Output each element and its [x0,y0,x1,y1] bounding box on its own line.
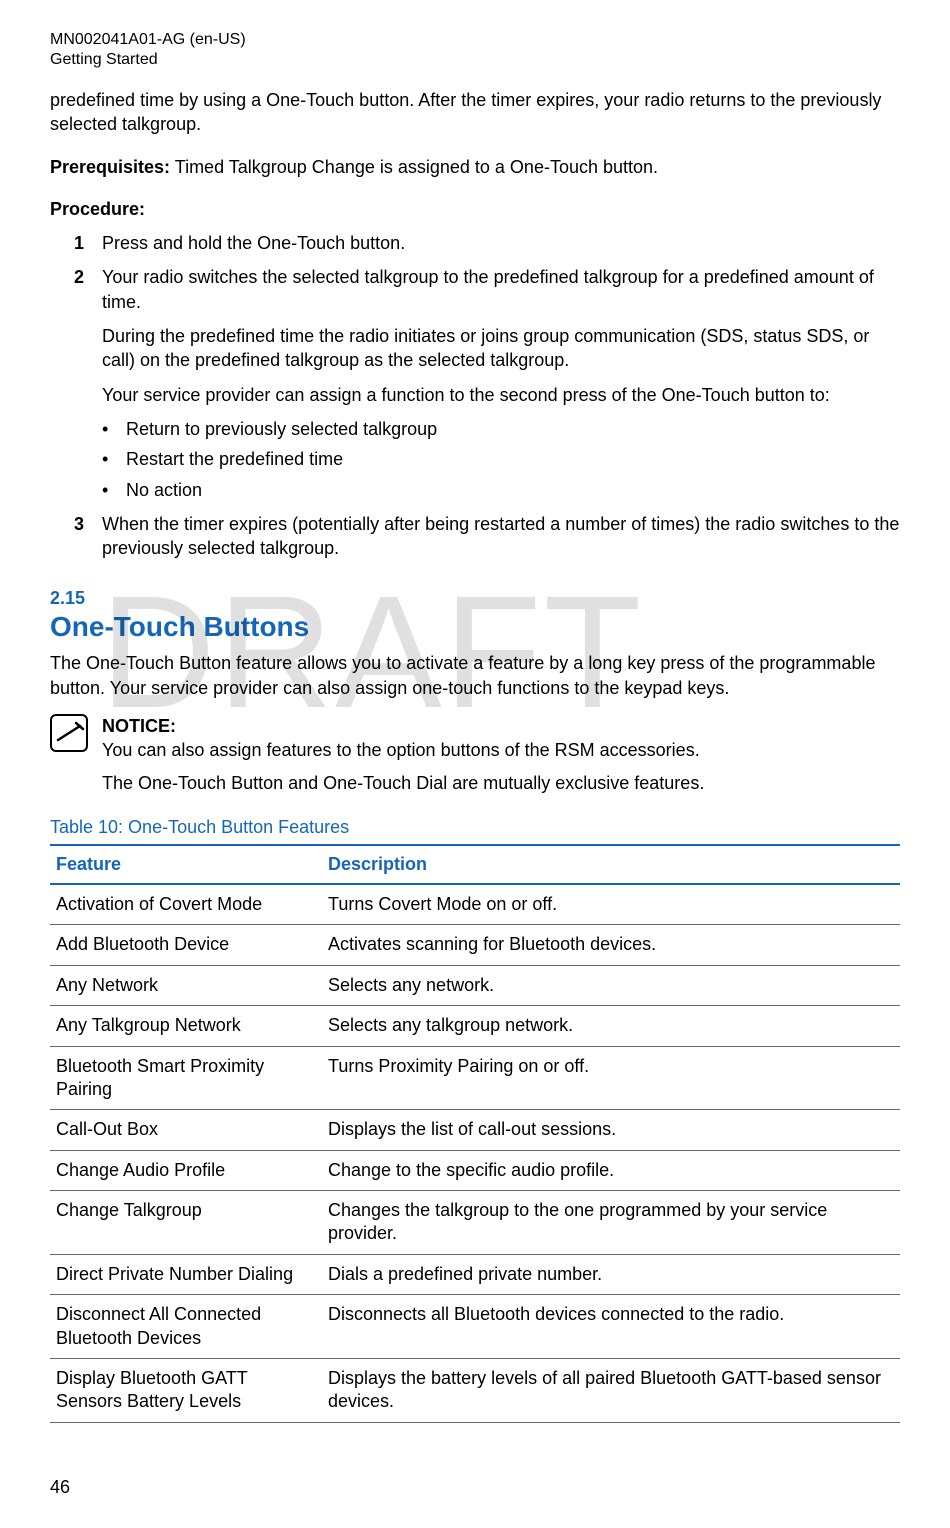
bullet-icon: • [102,417,126,441]
table-row: Direct Private Number DialingDials a pre… [50,1254,900,1294]
notice-line: You can also assign features to the opti… [102,740,700,760]
table-row: Display Bluetooth GATT Sensors Battery L… [50,1359,900,1423]
table-cell-feature: Any Network [50,965,322,1005]
procedure-step-1: 1 Press and hold the One-Touch button. [74,231,900,255]
table-cell-description: Change to the specific audio profile. [322,1150,900,1190]
table-cell-feature: Change Talkgroup [50,1191,322,1255]
intro-paragraph: predefined time by using a One-Touch but… [50,88,900,137]
table-cell-description: Changes the talkgroup to the one program… [322,1191,900,1255]
step-text: Press and hold the One-Touch button. [102,231,900,255]
table-row: Change TalkgroupChanges the talkgroup to… [50,1191,900,1255]
doc-header: MN002041A01-AG (en-US) Getting Started [50,30,900,70]
step-number: 3 [74,512,102,536]
bullet-text: No action [126,478,202,502]
bullet-text: Return to previously selected talkgroup [126,417,437,441]
list-item: •No action [102,478,900,502]
step-bullet-list: •Return to previously selected talkgroup… [102,417,900,502]
section-title: One-Touch Buttons [50,611,900,643]
table-cell-description: Turns Proximity Pairing on or off. [322,1046,900,1110]
procedure-list: 1 Press and hold the One-Touch button. 2… [74,231,900,560]
notice-icon [50,714,88,752]
list-item: •Restart the predefined time [102,447,900,471]
notice-label: NOTICE: [102,716,176,736]
page-number: 46 [50,1477,70,1498]
section-number: 2.15 [50,588,900,609]
table-cell-feature: Disconnect All Connected Bluetooth Devic… [50,1295,322,1359]
table-cell-description: Activates scanning for Bluetooth devices… [322,925,900,965]
table-row: Bluetooth Smart Proximity PairingTurns P… [50,1046,900,1110]
prerequisites-line: Prerequisites: Timed Talkgroup Change is… [50,155,900,179]
table-row: Call-Out BoxDisplays the list of call-ou… [50,1110,900,1150]
bullet-icon: • [102,478,126,502]
prerequisites-label: Prerequisites: [50,157,170,177]
table-cell-feature: Call-Out Box [50,1110,322,1150]
section-intro: The One-Touch Button feature allows you … [50,651,900,700]
table-cell-description: Displays the battery levels of all paire… [322,1359,900,1423]
table-row: Any NetworkSelects any network. [50,965,900,1005]
table-header-row: Feature Description [50,845,900,884]
table-cell-description: Disconnects all Bluetooth devices connec… [322,1295,900,1359]
bullet-icon: • [102,447,126,471]
table-cell-feature: Activation of Covert Mode [50,884,322,925]
table-caption: Table 10: One-Touch Button Features [50,817,900,838]
procedure-step-2: 2 Your radio switches the selected talkg… [74,265,900,501]
procedure-label: Procedure: [50,197,900,221]
table-cell-feature: Change Audio Profile [50,1150,322,1190]
step-text: When the timer expires (potentially afte… [102,512,900,561]
notice-block: NOTICE: You can also assign features to t… [50,714,900,795]
step-text: During the predefined time the radio ini… [102,324,900,373]
step-number: 2 [74,265,102,289]
table-cell-feature: Add Bluetooth Device [50,925,322,965]
step-text: Your service provider can assign a funct… [102,383,900,407]
notice-line: The One-Touch Button and One-Touch Dial … [102,771,704,795]
table-cell-description: Turns Covert Mode on or off. [322,884,900,925]
procedure-step-3: 3 When the timer expires (potentially af… [74,512,900,561]
table-cell-description: Displays the list of call-out sessions. [322,1110,900,1150]
table-cell-feature: Any Talkgroup Network [50,1006,322,1046]
table-header-description: Description [322,845,900,884]
table-header-feature: Feature [50,845,322,884]
step-text: Your radio switches the selected talkgro… [102,265,900,314]
table-cell-description: Dials a predefined private number. [322,1254,900,1294]
table-cell-description: Selects any talkgroup network. [322,1006,900,1046]
table-row: Disconnect All Connected Bluetooth Devic… [50,1295,900,1359]
table-row: Any Talkgroup NetworkSelects any talkgro… [50,1006,900,1046]
table-cell-description: Selects any network. [322,965,900,1005]
bullet-text: Restart the predefined time [126,447,343,471]
prerequisites-text: Timed Talkgroup Change is assigned to a … [170,157,658,177]
table-cell-feature: Display Bluetooth GATT Sensors Battery L… [50,1359,322,1423]
table-row: Add Bluetooth DeviceActivates scanning f… [50,925,900,965]
table-row: Change Audio ProfileChange to the specif… [50,1150,900,1190]
table-cell-feature: Bluetooth Smart Proximity Pairing [50,1046,322,1110]
table-cell-feature: Direct Private Number Dialing [50,1254,322,1294]
table-row: Activation of Covert ModeTurns Covert Mo… [50,884,900,925]
step-number: 1 [74,231,102,255]
doc-section: Getting Started [50,50,900,70]
features-table: Feature Description Activation of Covert… [50,844,900,1423]
list-item: •Return to previously selected talkgroup [102,417,900,441]
doc-id: MN002041A01-AG (en-US) [50,30,900,50]
